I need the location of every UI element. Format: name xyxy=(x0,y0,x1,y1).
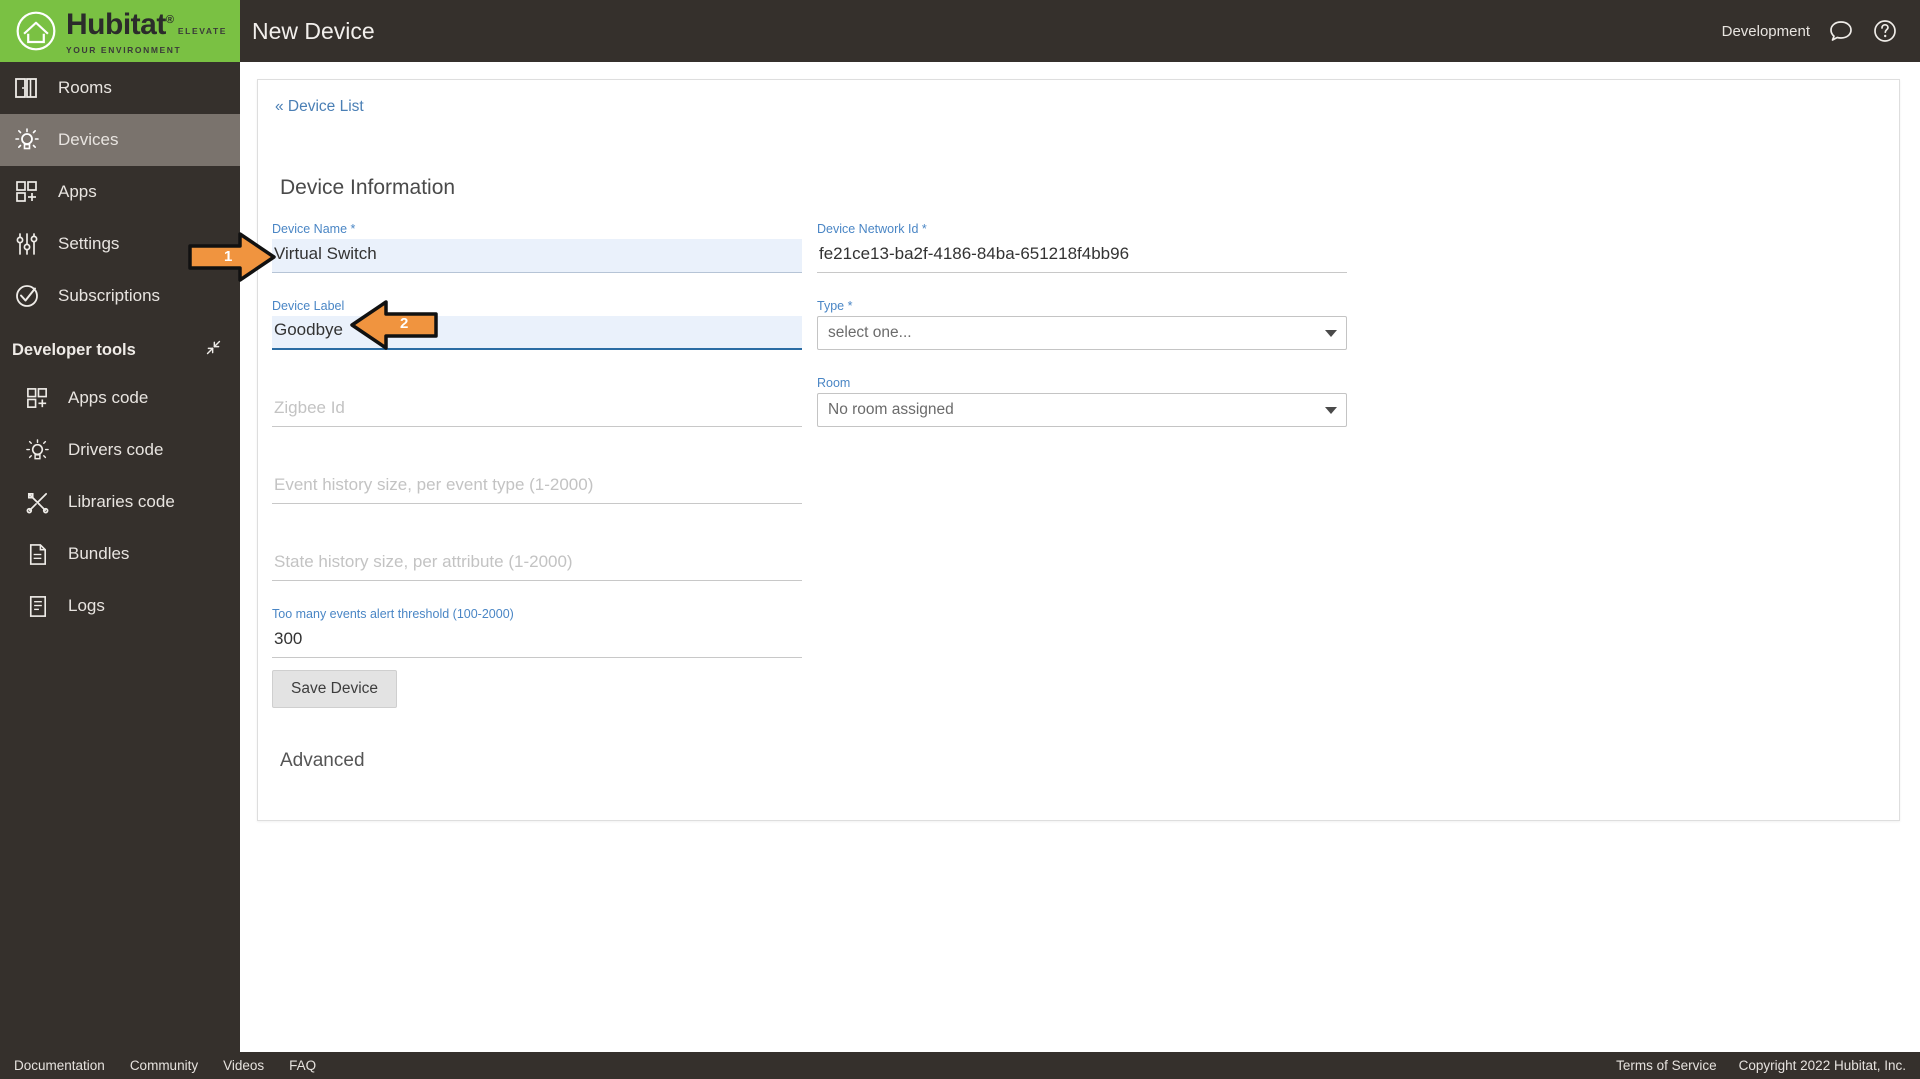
footer-link-community[interactable]: Community xyxy=(130,1058,198,1073)
field-type: Type * select one... xyxy=(817,299,1347,350)
device-list-back-link[interactable]: « Device List xyxy=(275,98,364,116)
hubitat-device-page: Hubitat® ELEVATE YOUR ENVIRONMENT Rooms xyxy=(0,0,1920,1079)
footer-links: Documentation Community Videos FAQ xyxy=(14,1058,316,1073)
footer-link-videos[interactable]: Videos xyxy=(223,1058,264,1073)
footer-meta: Terms of Service Copyright 2022 Hubitat,… xyxy=(1616,1058,1906,1073)
field-device-label: Device Label xyxy=(272,299,802,350)
grid-plus-icon xyxy=(12,177,42,207)
sidebar-item-libraries-code[interactable]: Libraries code xyxy=(10,476,240,528)
sidebar-item-bundles[interactable]: Bundles xyxy=(10,528,240,580)
sidebar-item-drivers-code[interactable]: Drivers code xyxy=(10,424,240,476)
top-bar: New Device Development xyxy=(240,0,1920,62)
footer-link-documentation[interactable]: Documentation xyxy=(14,1058,105,1073)
sidebar-item-apps-code[interactable]: Apps code xyxy=(10,372,240,424)
field-label-room: Room xyxy=(817,376,851,390)
device-information-card: « Device List Device Information Device … xyxy=(257,79,1900,821)
sidebar-item-label: Rooms xyxy=(58,78,112,97)
form-column-left: Device Name * Device Label xyxy=(272,222,802,684)
sidebar-item-rooms[interactable]: Rooms xyxy=(0,62,240,114)
collapse-arrows-icon[interactable] xyxy=(205,339,222,361)
room-select-value: No room assigned xyxy=(828,401,954,418)
sidebar-item-label: Logs xyxy=(68,596,105,615)
advanced-section-title: Advanced xyxy=(280,750,365,771)
environment-label: Development xyxy=(1721,22,1810,40)
log-icon xyxy=(22,591,52,621)
developer-tools-list: Apps code Drivers code Libraries code Bu… xyxy=(0,372,240,632)
chat-bubble-icon[interactable] xyxy=(1828,18,1854,44)
door-icon xyxy=(12,73,42,103)
type-select-wrap: select one... xyxy=(817,316,1347,350)
state-history-size-input[interactable] xyxy=(272,547,802,581)
main-content: « Device List Device Information Device … xyxy=(240,62,1920,1017)
field-label-too-many-events-threshold: Too many events alert threshold (100-200… xyxy=(272,607,514,621)
field-device-name: Device Name * xyxy=(272,222,802,273)
developer-tools-label: Developer tools xyxy=(12,340,136,359)
type-select[interactable]: select one... xyxy=(817,316,1347,350)
field-event-history-size xyxy=(272,453,802,504)
room-select-wrap: No room assigned xyxy=(817,393,1347,427)
sidebar-item-devices[interactable]: Devices xyxy=(0,114,240,166)
sidebar-section-developer-tools[interactable]: Developer tools xyxy=(0,328,240,372)
device-name-input[interactable] xyxy=(272,239,802,273)
sidebar: Hubitat® ELEVATE YOUR ENVIRONMENT Rooms xyxy=(0,0,240,1079)
field-label-type: Type * xyxy=(817,299,853,313)
grid-plus-icon xyxy=(22,383,52,413)
hubitat-house-icon xyxy=(14,9,58,53)
form-column-right: Device Network Id * Type * select one...… xyxy=(817,222,1347,453)
save-device-button[interactable]: Save Device xyxy=(272,670,398,708)
footer-copyright: Copyright 2022 Hubitat, Inc. xyxy=(1738,1058,1906,1073)
sidebar-item-label: Apps xyxy=(58,182,97,201)
brand-name: Hubitat® xyxy=(66,7,174,41)
field-too-many-events-threshold: Too many events alert threshold (100-200… xyxy=(272,607,802,658)
sidebar-item-label: Subscriptions xyxy=(58,286,161,305)
too-many-events-threshold-input[interactable] xyxy=(272,624,802,658)
sidebar-item-label: Settings xyxy=(58,234,120,253)
registered-mark: ® xyxy=(165,13,174,26)
bulb-icon xyxy=(22,435,52,465)
field-label-device-label: Device Label xyxy=(272,299,345,313)
sidebar-item-label: Libraries code xyxy=(68,492,175,511)
sidebar-item-logs[interactable]: Logs xyxy=(10,580,240,632)
sidebar-item-label: Drivers code xyxy=(68,440,164,459)
field-label-device-name: Device Name * xyxy=(272,222,356,236)
hubitat-logo[interactable]: Hubitat® ELEVATE YOUR ENVIRONMENT xyxy=(0,0,240,62)
sidebar-item-apps[interactable]: Apps xyxy=(0,166,240,218)
sliders-icon xyxy=(12,229,42,259)
bulb-icon xyxy=(12,125,42,155)
top-bar-actions: Development xyxy=(1722,18,1898,44)
footer-link-faq[interactable]: FAQ xyxy=(289,1058,316,1073)
event-history-size-input[interactable] xyxy=(272,470,802,504)
document-icon xyxy=(22,539,52,569)
footer-link-terms-of-service[interactable]: Terms of Service xyxy=(1616,1058,1717,1073)
room-select[interactable]: No room assigned xyxy=(817,393,1347,427)
footer: Documentation Community Videos FAQ Terms… xyxy=(0,1052,1920,1079)
field-zigbee-id xyxy=(272,376,802,427)
help-circle-icon[interactable] xyxy=(1872,18,1898,44)
sidebar-item-label: Apps code xyxy=(68,388,149,407)
device-network-id-input[interactable] xyxy=(817,239,1347,273)
section-title-device-information: Device Information xyxy=(280,176,456,199)
type-select-value: select one... xyxy=(828,324,912,341)
sidebar-item-label: Bundles xyxy=(68,544,130,563)
tools-icon xyxy=(22,487,52,517)
sidebar-item-settings[interactable]: Settings xyxy=(0,218,240,270)
field-room: Room No room assigned xyxy=(817,376,1347,427)
sidebar-item-subscriptions[interactable]: Subscriptions xyxy=(0,270,240,322)
field-label-device-network-id: Device Network Id * xyxy=(817,222,927,236)
device-label-input[interactable] xyxy=(272,316,802,350)
field-state-history-size xyxy=(272,530,802,581)
field-device-network-id: Device Network Id * xyxy=(817,222,1347,273)
zigbee-id-input[interactable] xyxy=(272,393,802,427)
sidebar-item-label: Devices xyxy=(58,130,119,149)
check-circle-icon xyxy=(12,281,42,311)
page-title: New Device xyxy=(252,17,375,44)
